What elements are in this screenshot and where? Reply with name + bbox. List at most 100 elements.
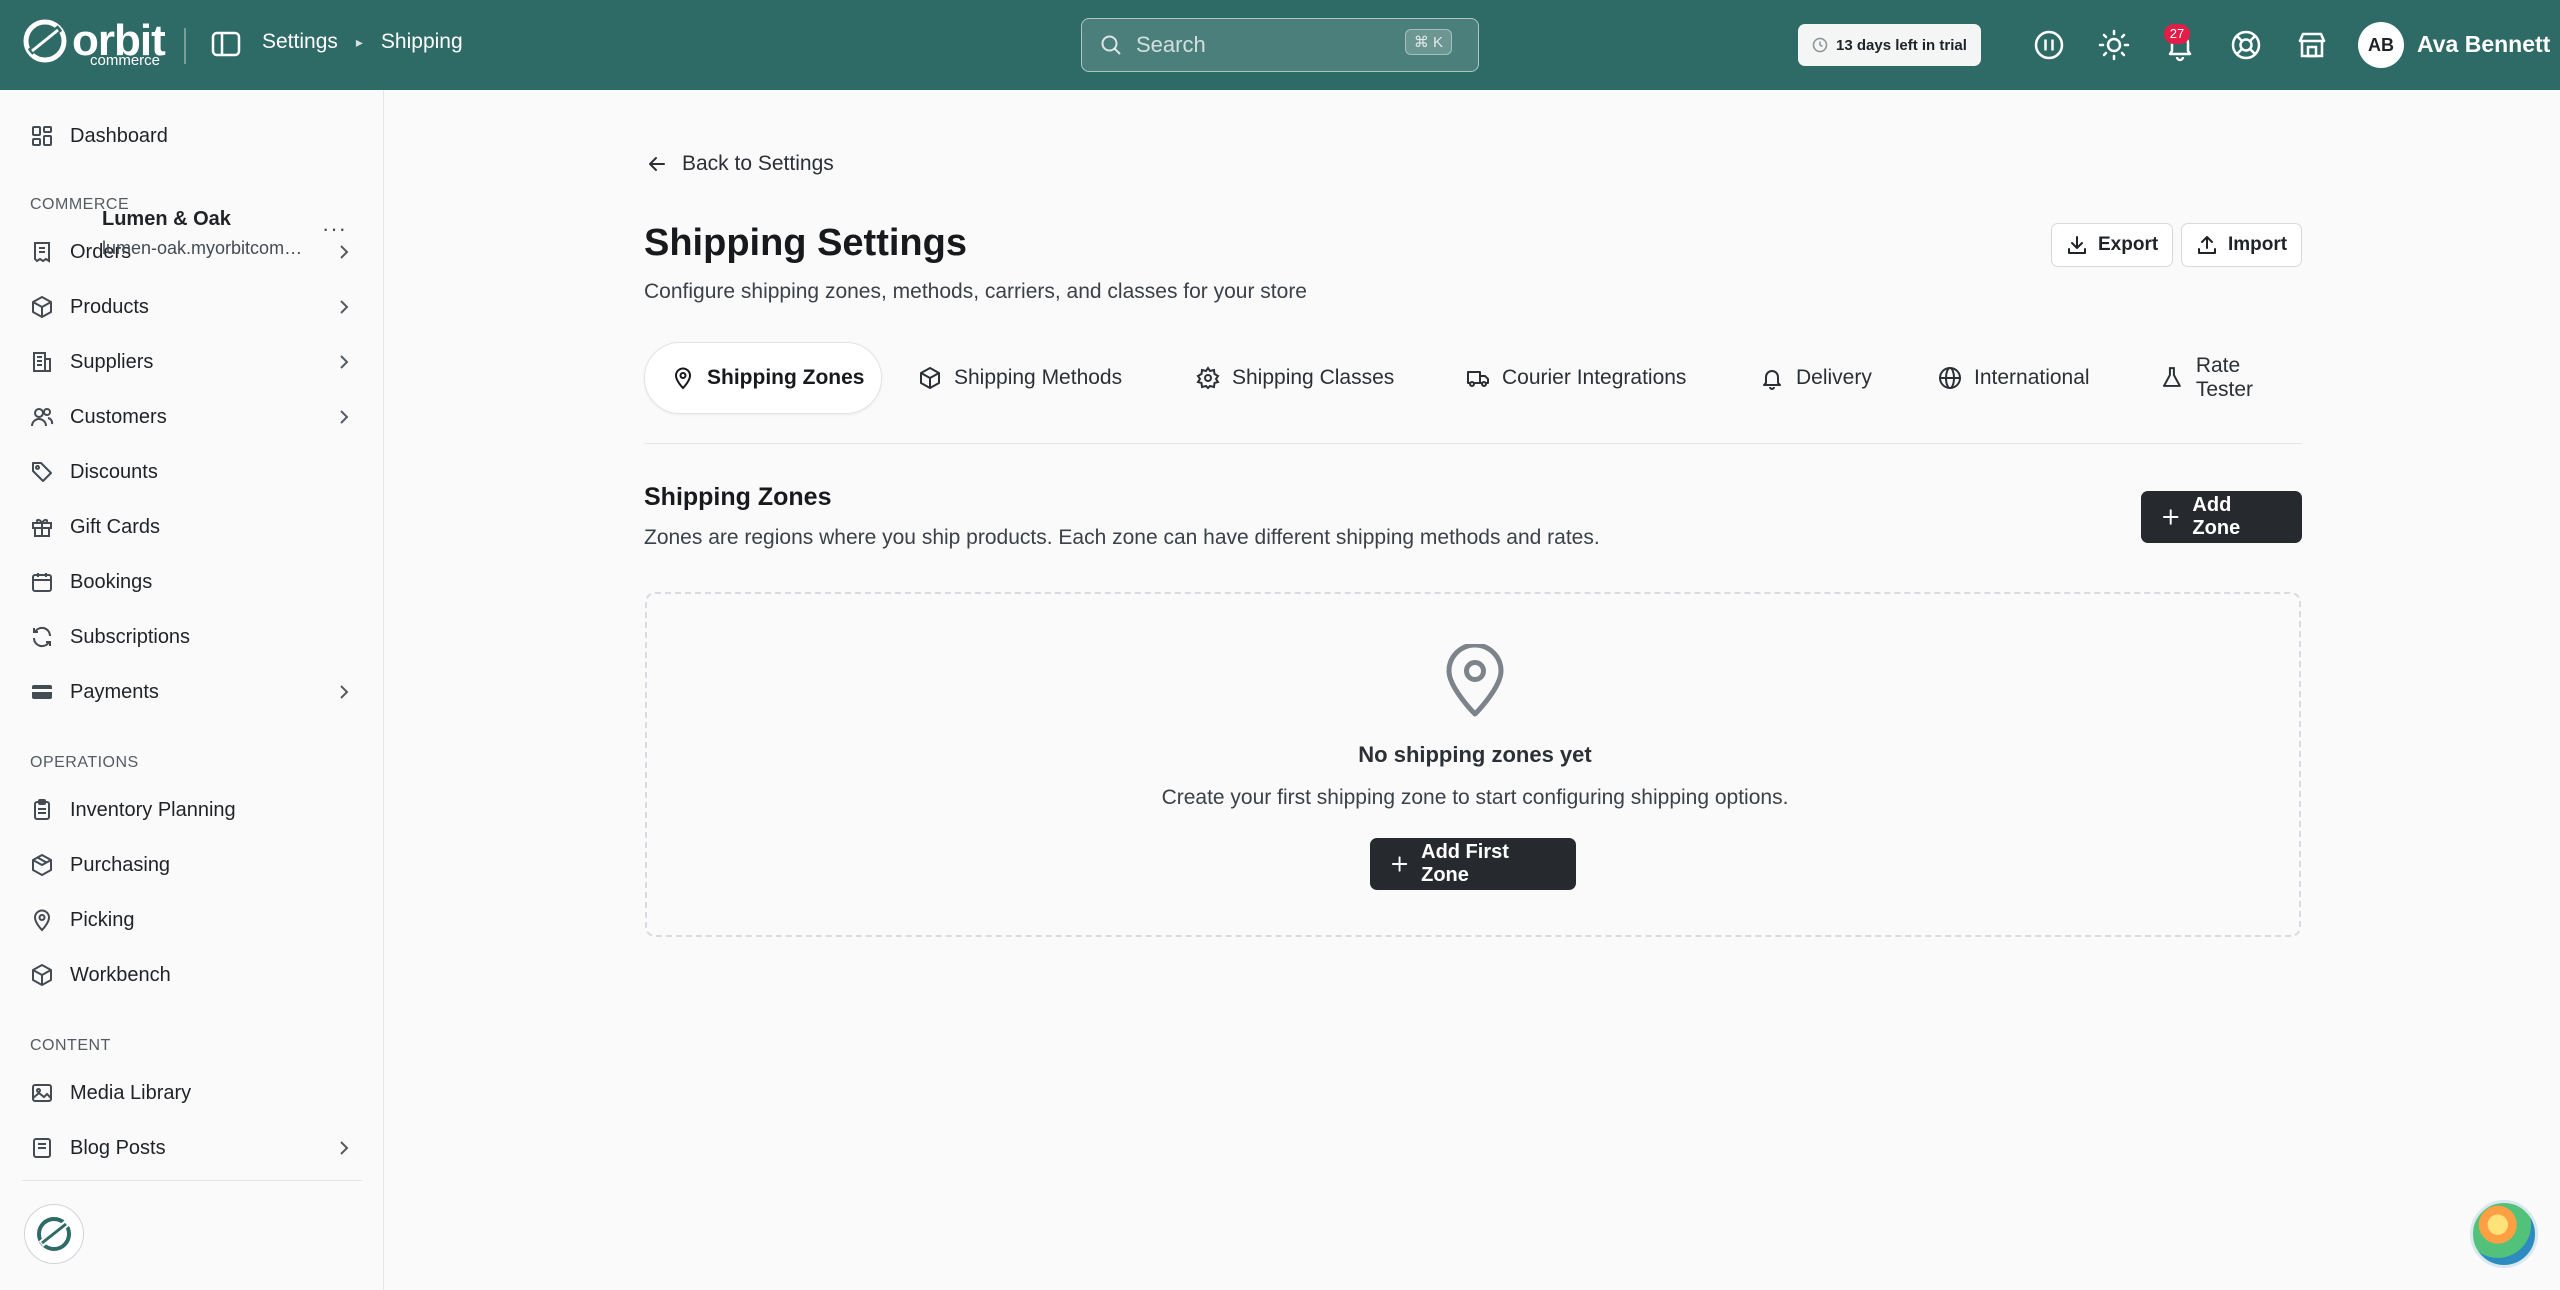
chevron-right-icon: [340, 685, 349, 699]
sidebar-item-purchasing[interactable]: Purchasing: [0, 840, 384, 890]
section-description: Zones are regions where you ship product…: [644, 526, 1600, 549]
empty-state-title: No shipping zones yet: [1358, 742, 1592, 767]
user-avatar[interactable]: AB: [2358, 22, 2404, 68]
search-shortcut-hint: ⌘ K: [1404, 29, 1452, 55]
add-first-zone-button[interactable]: Add First Zone: [1370, 838, 1576, 890]
store-name: Lumen & Oak: [102, 208, 231, 230]
sidebar-item-media-library[interactable]: Media Library: [0, 1068, 384, 1118]
sidebar-item-label: Payments: [70, 680, 159, 703]
blog-document-icon: [33, 1138, 51, 1158]
store-more-options-icon[interactable]: ···: [322, 216, 347, 242]
gift-icon: [32, 519, 52, 537]
tab-shipping-zones[interactable]: Shipping Zones: [644, 342, 882, 414]
add-zone-label: Add Zone: [2192, 494, 2241, 539]
map-pin-icon: [1446, 644, 1504, 717]
section-label-operations: OPERATIONS: [30, 754, 139, 771]
pause-circle-icon[interactable]: [2032, 28, 2066, 62]
breadcrumb-shipping: Shipping: [380, 30, 463, 53]
add-first-zone-label: Add First Zone: [1421, 841, 1509, 886]
tab-label: Rate Tester: [2195, 354, 2253, 401]
sidebar-item-label: Suppliers: [70, 350, 154, 373]
sidebar-item-subscriptions[interactable]: Subscriptions: [0, 612, 384, 662]
sidebar-item-blog-posts[interactable]: Blog Posts: [0, 1123, 384, 1173]
sidebar-item-label: Bookings: [70, 570, 153, 593]
tab-shipping-methods[interactable]: Shipping Methods: [918, 342, 1122, 414]
clipboard-icon: [34, 799, 50, 820]
tab-label: Shipping Zones: [707, 366, 865, 389]
import-label: Import: [2228, 234, 2288, 255]
help-lifebuoy-icon[interactable]: [2229, 28, 2263, 62]
sidebar-item-label: Purchasing: [70, 853, 171, 876]
tab-international[interactable]: International: [1938, 342, 2090, 414]
sidebar-item-inventory-planning[interactable]: Inventory Planning: [0, 785, 384, 835]
truck-icon: [1467, 371, 1489, 387]
breadcrumb-settings[interactable]: Settings: [262, 30, 338, 54]
tab-label: Shipping Methods: [954, 366, 1123, 389]
export-button[interactable]: Export: [2051, 223, 2174, 267]
chevron-right-icon: [340, 300, 349, 314]
gear-icon: [1196, 366, 1220, 390]
tab-shipping-classes[interactable]: Shipping Classes: [1196, 342, 1394, 414]
tab-label: Delivery: [1796, 366, 1872, 389]
sidebar-item-products[interactable]: Products: [0, 282, 384, 332]
sidebar-item-bookings[interactable]: Bookings: [0, 557, 384, 607]
refresh-icon: [32, 626, 52, 648]
sidebar-item-gift-cards[interactable]: Gift Cards: [0, 502, 384, 552]
dashboard-grid-icon: [32, 126, 52, 146]
sidebar-item-customers[interactable]: Customers: [0, 392, 384, 442]
store-url: lumen-oak.myorbitcommerce.com: [102, 238, 307, 258]
sidebar-item-picking[interactable]: Picking: [0, 895, 384, 945]
tab-delivery[interactable]: Delivery: [1760, 342, 1872, 414]
tab-label: Courier Integrations: [1502, 366, 1687, 389]
user-name[interactable]: Ava Bennett: [2417, 31, 2550, 58]
add-zone-button[interactable]: Add Zone: [2141, 491, 2302, 543]
chevron-right-icon: [340, 410, 349, 424]
globe-icon: [1939, 367, 1961, 389]
tab-rate-tester[interactable]: Rate Tester: [2160, 342, 2302, 414]
storefront-icon[interactable]: [2295, 28, 2329, 62]
chevron-right-icon: [340, 1141, 349, 1155]
sidebar-item-discounts[interactable]: Discounts: [0, 447, 384, 497]
theme-sun-icon[interactable]: [2097, 28, 2131, 62]
sidebar-item-label: Gift Cards: [70, 515, 161, 538]
import-button[interactable]: Import: [2181, 223, 2303, 267]
trial-badge[interactable]: 13 days left in trial: [1798, 24, 1981, 66]
sidebar-item-label: Media Library: [70, 1081, 192, 1104]
credit-card-icon: [32, 685, 52, 699]
sidebar-item-label: Dashboard: [70, 124, 168, 147]
suppliers-building-icon: [33, 352, 51, 372]
download-icon: [2068, 236, 2086, 254]
sidebar-toggle-icon[interactable]: [210, 28, 242, 60]
bell-icon: [1763, 370, 1781, 390]
clock-icon: [1812, 37, 1828, 53]
search-box[interactable]: ⌘ K: [1081, 18, 1479, 72]
sidebar-item-payments[interactable]: Payments: [0, 667, 384, 717]
sidebar-item-label: Workbench: [70, 963, 171, 986]
back-to-settings-link[interactable]: Back to Settings: [646, 152, 834, 176]
store-logo: [24, 1204, 84, 1264]
sidebar-item-label: Picking: [70, 908, 135, 931]
flask-icon: [2162, 367, 2181, 387]
sidebar-item-label: Discounts: [70, 460, 158, 483]
plus-icon: [1391, 856, 1408, 872]
arrow-left-icon: [649, 157, 665, 171]
products-box-icon: [32, 296, 52, 318]
page-title: Shipping Settings: [644, 222, 967, 264]
sidebar-item-label: Subscriptions: [70, 625, 191, 648]
section-label-content: CONTENT: [30, 1037, 111, 1054]
search-icon: [1101, 35, 1121, 55]
empty-state: No shipping zones yet Create your first …: [645, 592, 2301, 937]
sidebar-item-dashboard[interactable]: Dashboard: [0, 111, 384, 161]
sidebar: Dashboard COMMERCE Orders Products Suppl…: [0, 90, 384, 1290]
topbar-divider: [184, 28, 186, 64]
sidebar-item-suppliers[interactable]: Suppliers: [0, 337, 384, 387]
settings-tabs: Shipping Zones Shipping Methods Shipping…: [644, 342, 2302, 444]
upload-icon: [2198, 236, 2216, 254]
sidebar-item-label: Blog Posts: [70, 1136, 166, 1159]
sidebar-item-workbench[interactable]: Workbench: [0, 950, 384, 1000]
trial-text: 13 days left in trial: [1836, 36, 1967, 54]
tab-courier-integrations[interactable]: Courier Integrations: [1466, 342, 1686, 414]
search-input[interactable]: [1136, 32, 1396, 58]
notification-count-badge: 27: [2164, 24, 2190, 44]
assistant-avatar[interactable]: [2470, 1200, 2538, 1268]
